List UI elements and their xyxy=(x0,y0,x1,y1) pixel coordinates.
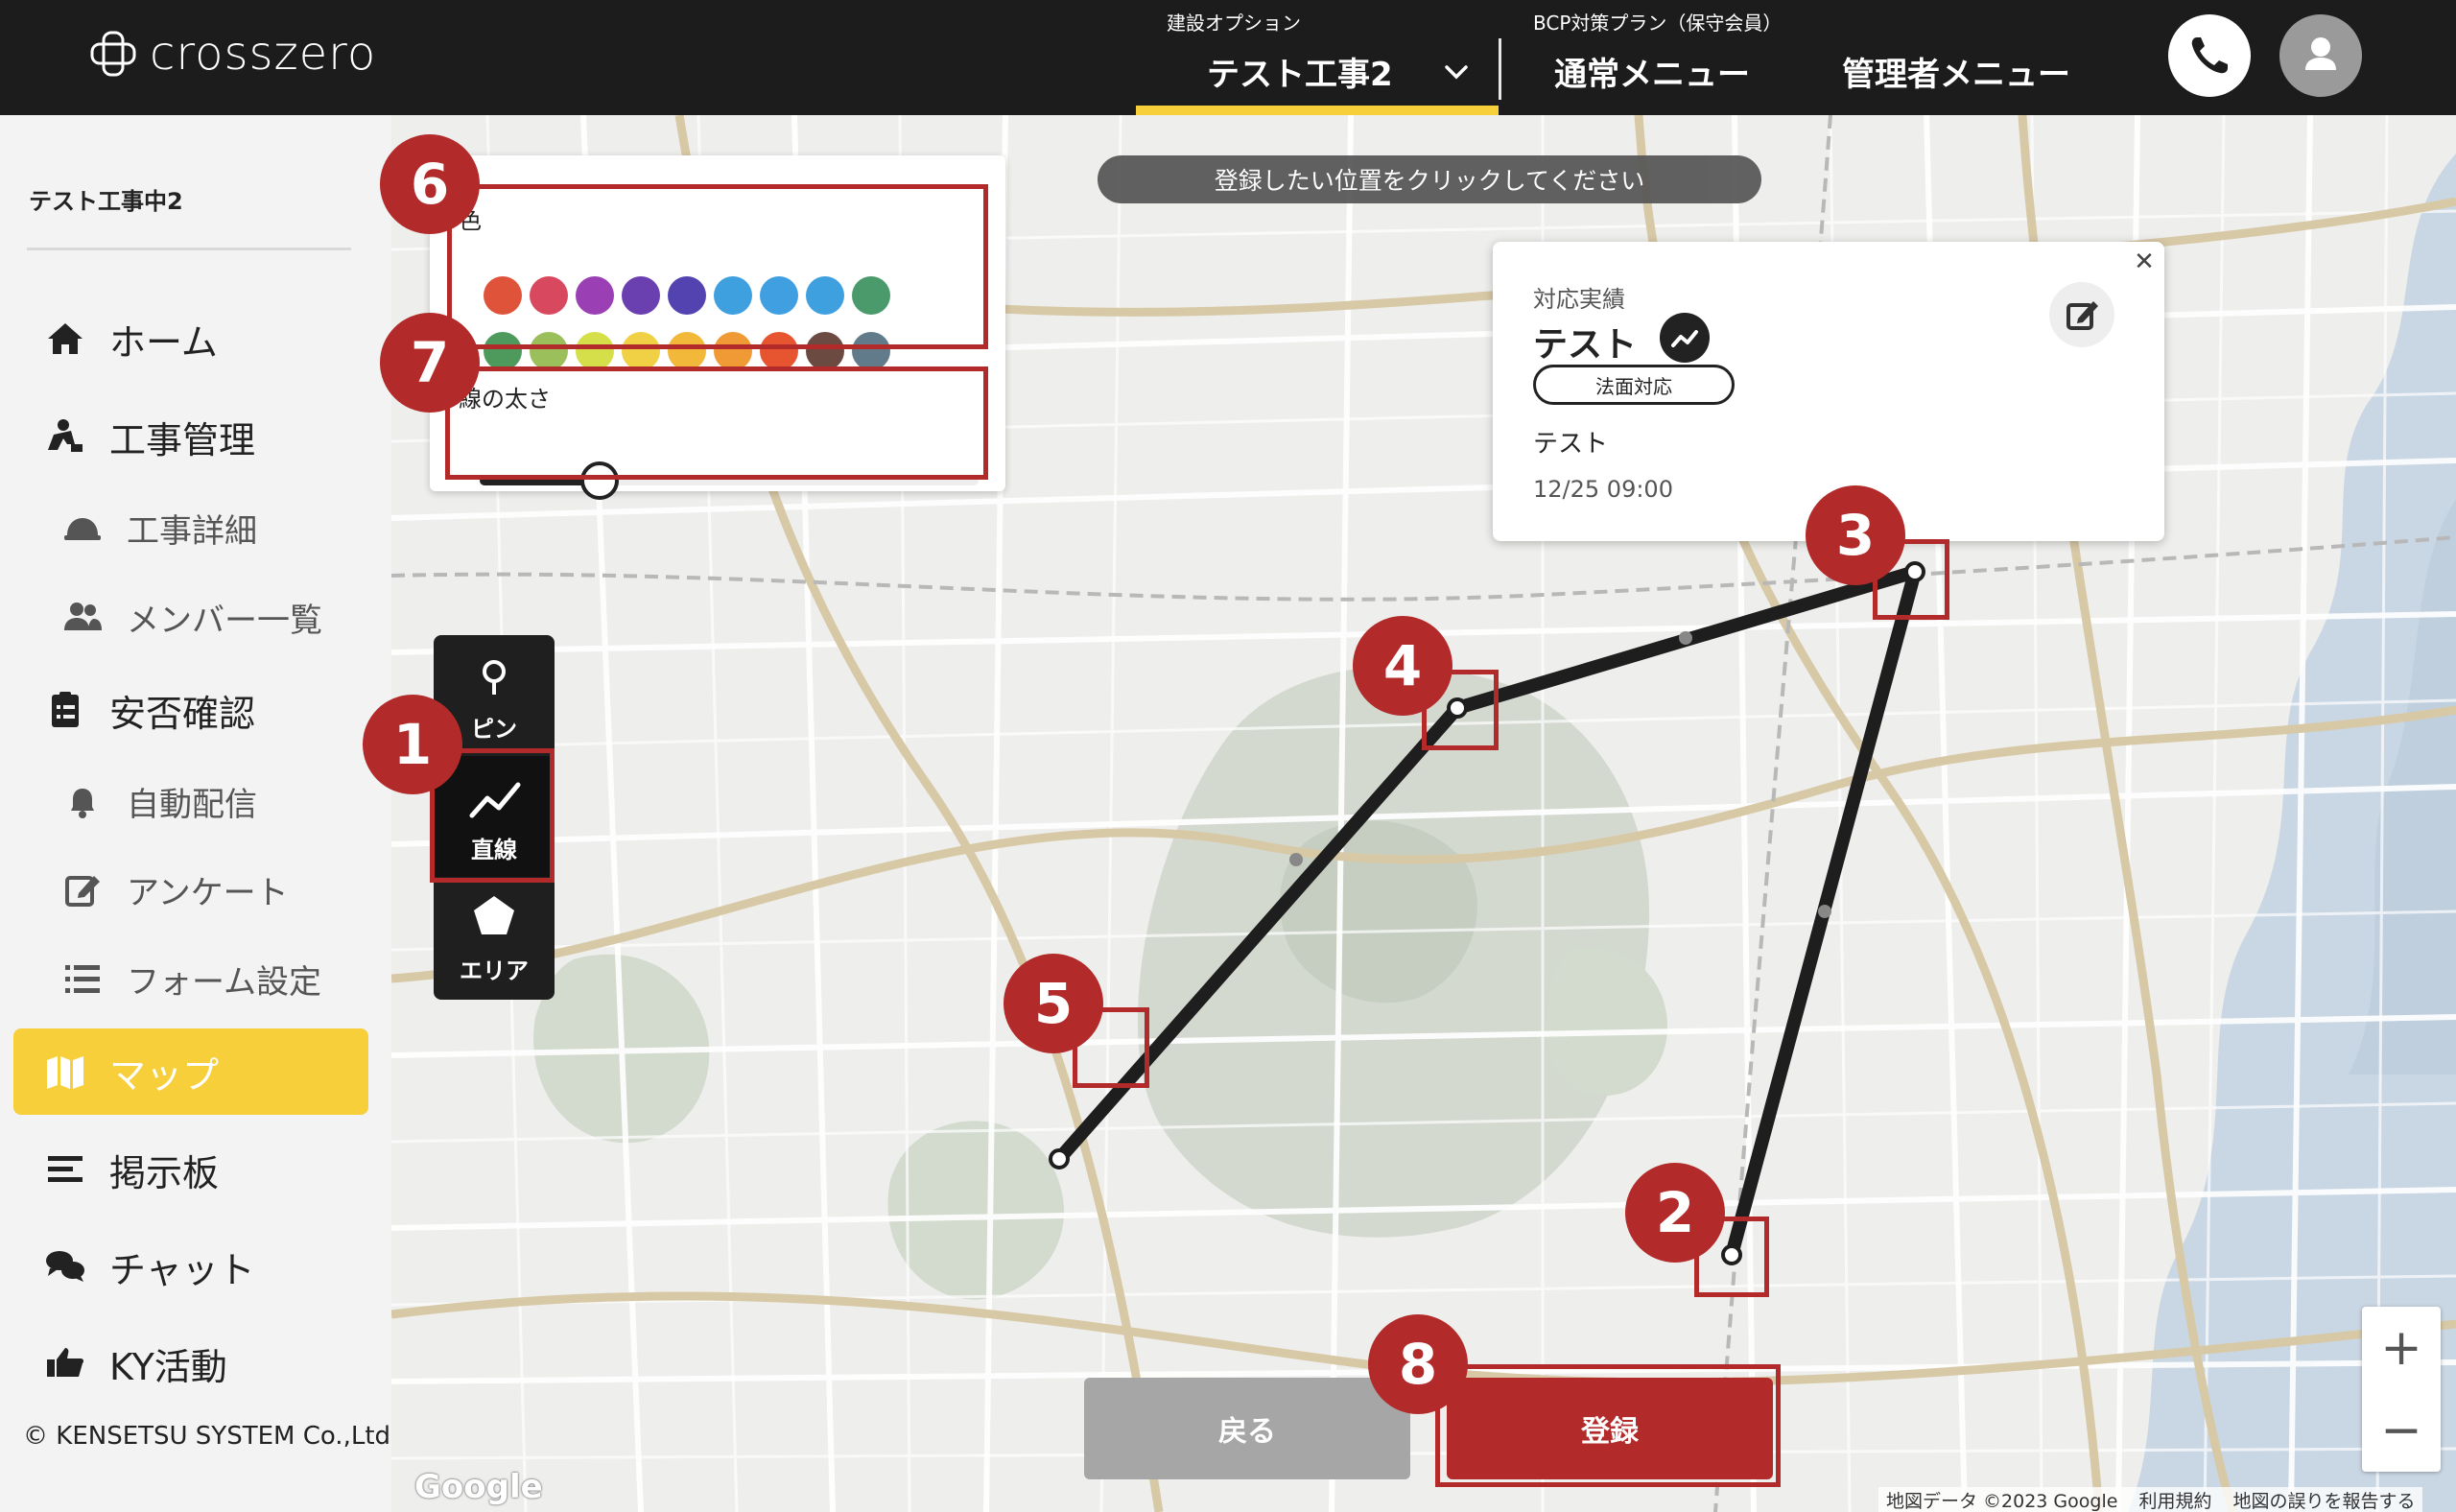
sidebar-item-construction[interactable]: 工事管理 xyxy=(13,393,368,480)
zoom-control: + − xyxy=(2362,1307,2441,1472)
sidebar-item-label: フォーム設定 xyxy=(127,962,321,1002)
annotation-box-style-colors xyxy=(447,184,988,349)
sidebar-item-ky[interactable]: KY活動 xyxy=(13,1320,368,1406)
sidebar-item-members[interactable]: メンバー一覧 xyxy=(13,574,368,660)
sidebar-item-form-settings[interactable]: フォーム設定 xyxy=(13,935,368,1022)
sidebar-item-home[interactable]: ホーム xyxy=(13,295,368,382)
annotation-badge-8: 8 xyxy=(1368,1314,1468,1414)
map-icon xyxy=(44,1051,86,1093)
info-card-body: テスト xyxy=(1533,430,1609,459)
tool-area-label: エリア xyxy=(460,957,529,984)
users-icon xyxy=(61,596,104,638)
line-midpoint[interactable] xyxy=(1679,631,1692,645)
info-card-time: 12/25 09:00 xyxy=(1533,476,1673,503)
sidebar-item-chat[interactable]: チャット xyxy=(13,1223,368,1310)
edit-icon xyxy=(2066,301,2098,330)
list-icon xyxy=(61,957,104,1000)
annotation-box-register xyxy=(1435,1364,1781,1487)
header-divider xyxy=(1499,38,1501,100)
active-project-underline xyxy=(1136,106,1499,115)
sidebar-item-survey[interactable]: アンケート xyxy=(13,846,368,933)
sidebar-item-safety[interactable]: 安否確認 xyxy=(13,667,368,753)
annotation-badge-6: 6 xyxy=(380,134,480,234)
project-option-label: 建設オプション xyxy=(1167,12,1301,35)
terms-link[interactable]: 利用規約 xyxy=(2138,1487,2211,1512)
sidebar-project-label: テスト工事中2 xyxy=(29,188,183,215)
sidebar-item-board[interactable]: 掲示板 xyxy=(13,1126,368,1213)
plan-label: BCP対策プラン（保守会員） xyxy=(1533,12,1783,35)
map-attribution: 地図データ ©2023 Google 利用規約 地図の誤りを報告する xyxy=(1878,1487,2423,1512)
annotation-badge-1: 1 xyxy=(363,695,462,794)
annotation-box-line-width xyxy=(445,366,988,480)
sidebar-item-label: 工事管理 xyxy=(109,418,256,461)
sidebar-item-label: 掲示板 xyxy=(109,1151,220,1194)
chevron-down-icon[interactable] xyxy=(1444,59,1469,84)
logo-mark-icon xyxy=(88,29,138,79)
sidebar-item-label: アンケート xyxy=(127,873,289,912)
line-type-badge-icon xyxy=(1660,313,1710,363)
home-icon xyxy=(44,318,86,360)
zoom-out-button[interactable]: − xyxy=(2362,1389,2441,1472)
admin-menu-link[interactable]: 管理者メニュー xyxy=(1842,48,2070,95)
back-button[interactable]: 戻る xyxy=(1084,1378,1410,1479)
sidebar-item-map[interactable]: マップ xyxy=(13,1028,368,1115)
info-card-title: テスト xyxy=(1533,325,1638,365)
annotation-badge-2: 2 xyxy=(1625,1163,1725,1263)
annotation-badge-5: 5 xyxy=(1004,954,1103,1053)
sidebar-item-label: 自動配信 xyxy=(127,785,257,824)
line-vertex-5[interactable] xyxy=(1049,1148,1070,1169)
annotation-badge-3: 3 xyxy=(1806,485,1905,585)
user-icon xyxy=(2305,37,2336,70)
info-card-tag: 法面対応 xyxy=(1533,365,1735,405)
thumbs-up-icon xyxy=(44,1342,86,1384)
helmet-icon xyxy=(61,507,104,549)
project-name[interactable]: テスト工事2 xyxy=(1207,48,1393,95)
report-error-link[interactable]: 地図の誤りを報告する xyxy=(2232,1487,2415,1512)
logo-text: crosszero xyxy=(150,27,377,81)
clipboard-icon xyxy=(44,689,86,731)
sidebar-item-label: ホーム xyxy=(109,320,218,364)
sidebar-item-auto-delivery[interactable]: 自動配信 xyxy=(13,758,368,844)
sidebar-item-label: チャット xyxy=(109,1248,255,1291)
chat-icon xyxy=(44,1245,86,1288)
edit-button[interactable] xyxy=(2049,282,2114,347)
phone-icon xyxy=(2191,37,2228,74)
construction-worker-icon xyxy=(44,415,86,458)
sidebar-item-label: KY活動 xyxy=(109,1345,227,1388)
sidebar-item-construction-detail[interactable]: 工事詳細 xyxy=(13,484,368,571)
annotation-badge-7: 7 xyxy=(380,313,480,413)
edit-icon xyxy=(61,868,104,910)
copyright: © KENSETSU SYSTEM Co.,Ltd. xyxy=(23,1422,399,1451)
sidebar-item-label: 安否確認 xyxy=(109,692,256,735)
user-avatar-button[interactable] xyxy=(2279,14,2362,97)
sidebar-item-label: メンバー一覧 xyxy=(127,601,322,640)
pentagon-icon xyxy=(474,896,514,934)
close-icon[interactable]: ✕ xyxy=(2132,249,2157,274)
top-bar: crosszero 建設オプション テスト工事2 BCP対策プラン（保守会員） … xyxy=(0,0,2456,115)
sidebar-item-label: 工事詳細 xyxy=(127,511,257,551)
map-hint-banner: 登録したい位置をクリックしてください xyxy=(1098,155,1761,203)
crosszero-logo[interactable]: crosszero xyxy=(88,27,376,81)
sidebar-item-label: マップ xyxy=(109,1053,220,1097)
bell-icon xyxy=(61,780,104,822)
sidebar-divider xyxy=(27,248,351,250)
board-icon xyxy=(44,1148,86,1191)
line-midpoint[interactable] xyxy=(1818,905,1831,918)
phone-button[interactable] xyxy=(2168,14,2251,97)
map-data-credit: 地図データ ©2023 Google xyxy=(1886,1491,2118,1512)
info-card-heading: 対応実績 xyxy=(1533,286,1625,313)
normal-menu-link[interactable]: 通常メニュー xyxy=(1554,48,1750,95)
sidebar: テスト工事中2 ホーム 工事管理 工事詳細 メンバー一覧 安否確認 自動配信 ア… xyxy=(0,115,398,1512)
annotation-badge-4: 4 xyxy=(1353,616,1452,716)
tool-area-button[interactable]: エリア xyxy=(434,877,555,998)
google-logo: Google xyxy=(414,1468,543,1506)
pin-icon xyxy=(483,660,506,695)
zoom-in-button[interactable]: + xyxy=(2362,1307,2441,1389)
line-midpoint[interactable] xyxy=(1289,853,1303,866)
